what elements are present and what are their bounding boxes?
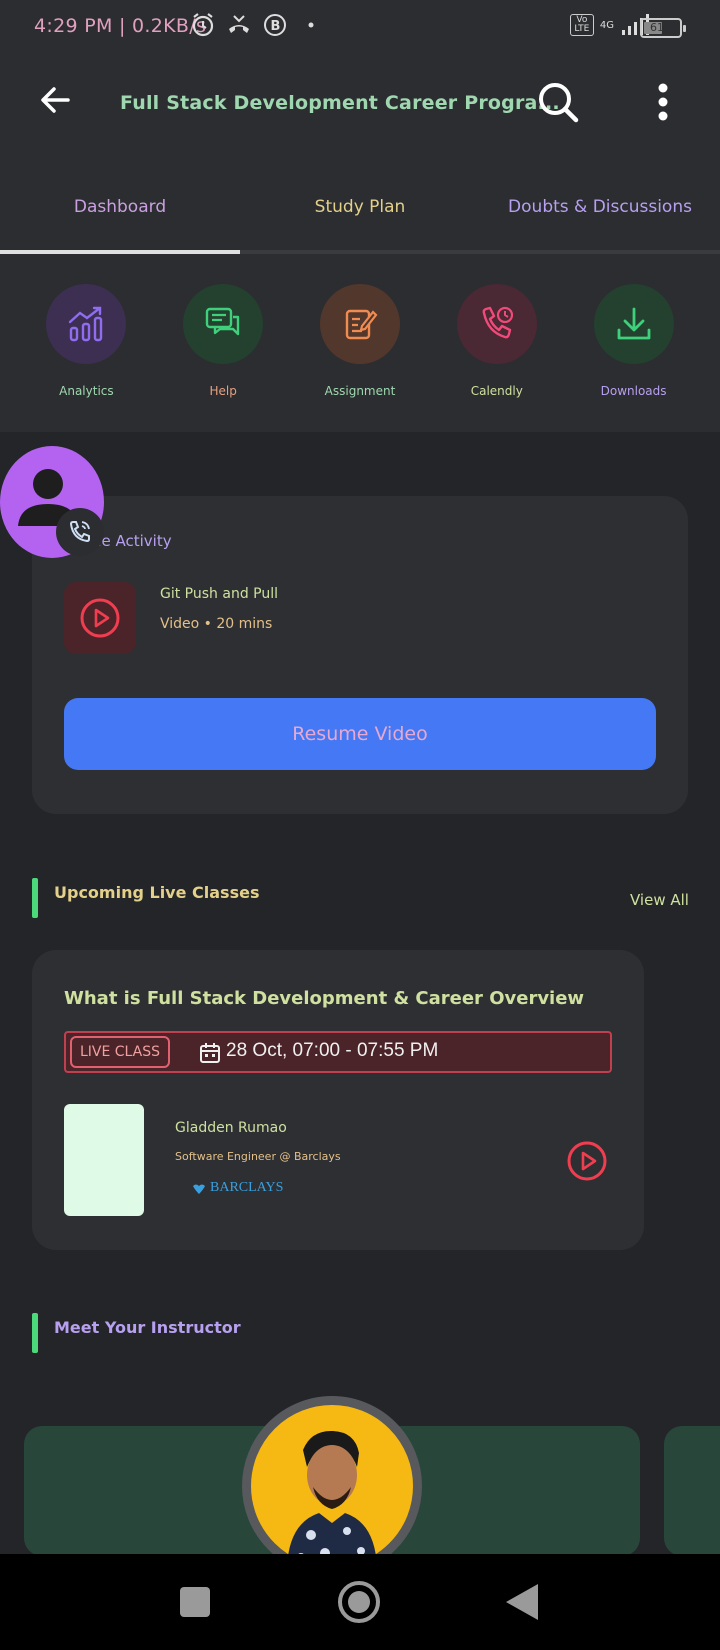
search-icon	[539, 83, 579, 123]
b-app-icon: B	[264, 14, 286, 36]
tab-dashboard[interactable]: Dashboard	[0, 152, 240, 254]
analytics-icon-bg	[46, 284, 127, 364]
phone-call-icon	[69, 521, 90, 543]
live-class-badge: LIVE CLASS	[70, 1036, 170, 1068]
view-all-link[interactable]: View All	[630, 891, 689, 909]
home-button[interactable]	[338, 1581, 380, 1623]
section-accent-bar	[32, 1313, 38, 1353]
instructor-heading: Meet Your Instructor	[54, 1318, 241, 1337]
status-icons: B	[190, 12, 324, 38]
assignment-icon-bg	[319, 284, 400, 364]
quick-action-label: Downloads	[600, 384, 667, 398]
status-time-speed: 4:29 PM | 0.2KB/s	[34, 15, 207, 37]
help-icon-bg	[183, 284, 264, 364]
download-icon	[617, 307, 650, 340]
dot-icon	[308, 22, 314, 28]
instructor-portrait	[287, 1430, 377, 1567]
instructor-avatar	[242, 1396, 422, 1576]
quick-action-label: Analytics	[59, 384, 114, 398]
activity-heading: ue Activity	[92, 532, 172, 550]
page-title: Full Stack Development Career Progra...	[120, 92, 560, 114]
activity-title: Git Push and Pull	[160, 586, 279, 602]
calendly-icon-bg	[456, 284, 537, 364]
company-name: BARCLAYS	[210, 1180, 284, 1195]
downloads-icon-bg	[593, 284, 674, 364]
analytics-icon	[69, 306, 103, 342]
upcoming-heading: Upcoming Live Classes	[54, 883, 260, 902]
quick-action-assignment[interactable]: Assignment	[305, 284, 415, 432]
quick-action-calendly[interactable]: Calendly	[442, 284, 552, 432]
quick-action-analytics[interactable]: Analytics	[31, 284, 141, 432]
tab-bar: Dashboard Study Plan Doubts & Discussion…	[0, 152, 720, 254]
tab-study-plan[interactable]: Study Plan	[240, 152, 480, 250]
quick-action-label: Help	[209, 384, 237, 398]
status-right: Vo LTE 4G	[569, 14, 650, 36]
activity-video-thumbnail[interactable]	[64, 582, 136, 654]
live-class-title: What is Full Stack Development & Career …	[64, 988, 585, 1009]
quick-action-label: Calendly	[470, 384, 523, 398]
volte-icon: Vo LTE	[569, 14, 594, 36]
play-circle-icon	[80, 598, 120, 638]
missed-call-icon	[229, 15, 249, 33]
activity-meta: Video • 20 mins	[160, 616, 273, 632]
teacher-name: Gladden Rumao	[175, 1120, 287, 1136]
tab-doubts-discussions[interactable]: Doubts & Discussions	[480, 152, 720, 250]
search-button[interactable]	[536, 80, 580, 124]
alarm-icon	[192, 13, 214, 37]
play-circle-icon	[567, 1141, 607, 1181]
more-options-button[interactable]	[648, 80, 678, 124]
support-call-badge[interactable]	[56, 508, 104, 556]
quick-actions: Analytics Help Assignment Calendly Downl…	[0, 254, 720, 432]
teacher-role: Software Engineer @ Barclays	[175, 1150, 341, 1163]
battery-icon: 61	[640, 18, 686, 38]
quick-action-help[interactable]: Help	[168, 284, 278, 432]
svg-text:B: B	[271, 19, 281, 34]
company-logo: BARCLAYS	[192, 1180, 283, 1196]
assignment-icon	[345, 309, 378, 340]
phone-clock-icon	[482, 306, 513, 339]
instructor-card-next[interactable]	[664, 1426, 720, 1556]
live-class-datetime: 28 Oct, 07:00 - 07:55 PM	[226, 1040, 439, 1061]
calendar-icon	[198, 1041, 222, 1065]
battery-level: 61	[650, 21, 664, 34]
live-class-play-button[interactable]	[566, 1140, 608, 1182]
arrow-left-icon	[41, 87, 70, 113]
recent-apps-button[interactable]	[180, 1587, 210, 1617]
resume-video-button[interactable]: Resume Video	[64, 698, 656, 770]
section-accent-bar	[32, 878, 38, 918]
teacher-photo	[64, 1104, 144, 1216]
eagle-icon	[193, 1184, 205, 1194]
chat-icon	[205, 307, 240, 336]
more-vertical-icon	[658, 83, 668, 121]
quick-action-downloads[interactable]: Downloads	[579, 284, 689, 432]
back-button[interactable]	[36, 80, 76, 120]
system-back-button[interactable]	[506, 1584, 538, 1620]
network-type: 4G	[599, 19, 614, 31]
quick-action-label: Assignment	[324, 384, 396, 398]
